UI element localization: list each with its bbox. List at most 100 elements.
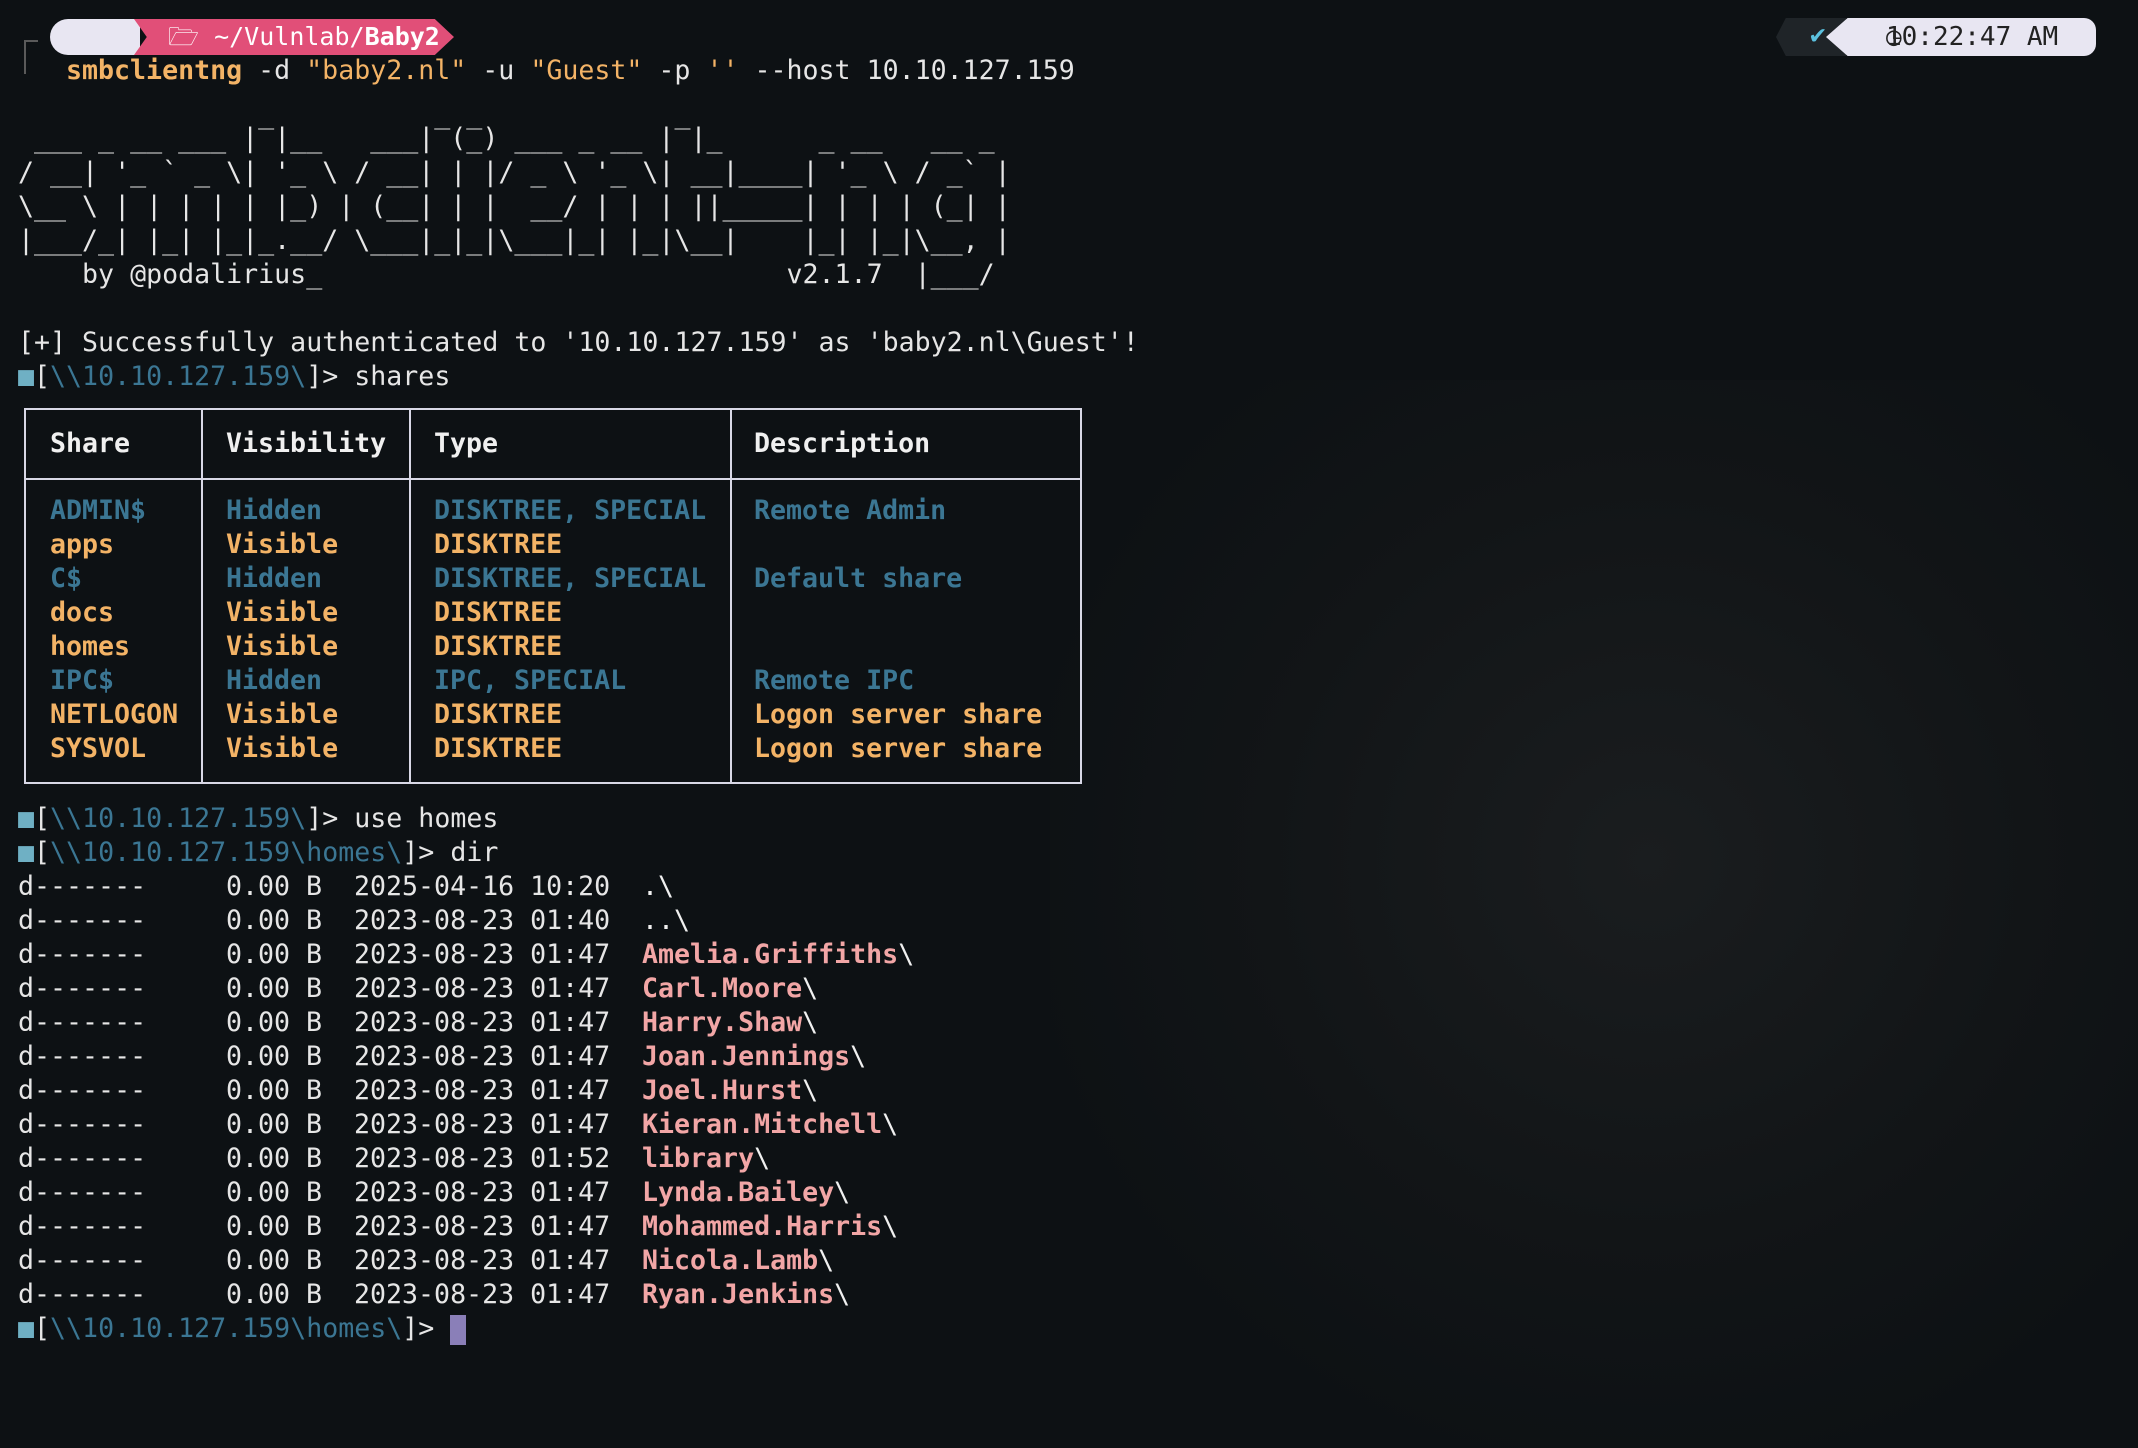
table-cell-description: Logon server share (754, 699, 1043, 730)
os-segment (50, 19, 140, 55)
dir-suffix: \ (898, 939, 915, 970)
clock-icon: ◷ (1886, 22, 1902, 52)
table-cell-type: DISKTREE (434, 529, 563, 560)
table-cell-description: Remote IPC (754, 665, 915, 696)
dir-name: Joel.Hurst (642, 1075, 803, 1106)
header-share: Share (50, 428, 131, 459)
header-visibility: Visibility (226, 428, 387, 459)
dir-attrs: d------- (18, 973, 147, 1004)
dir-name: Joan.Jennings (642, 1041, 851, 1072)
dir-size: 0.00 B (226, 939, 323, 970)
table-cell-share: ADMIN$ (50, 495, 147, 526)
dir-attrs: d------- (18, 1041, 147, 1072)
prompt-line-use: ■[\\10.10.127.159\]> use homes (18, 803, 499, 834)
dir-name: Amelia.Griffiths (642, 939, 899, 970)
dir-attrs: d------- (18, 1007, 147, 1038)
dir-size: 0.00 B (226, 1279, 323, 1310)
dir-size: 0.00 B (226, 871, 323, 902)
table-cell-description: Remote Admin (754, 495, 947, 526)
table-cell-type: DISKTREE (434, 631, 563, 662)
typed-command: dir (450, 837, 499, 868)
table-cell-description: Default share (754, 563, 963, 594)
dir-suffix: \ (802, 1007, 819, 1038)
dir-date: 2023-08-23 01:47 (354, 1177, 611, 1208)
dir-attrs: d------- (18, 939, 147, 970)
table-cell-visibility: Visible (226, 733, 339, 764)
dir-suffix: \ (882, 1109, 899, 1140)
shares-table: Share Visibility Type Description ADMIN$… (24, 408, 1082, 784)
prompt-line-dir: ■[\\10.10.127.159\homes\]> dir (18, 837, 499, 868)
dir-suffix: \ (754, 1143, 771, 1174)
dir-suffix: \ (834, 1279, 851, 1310)
table-cell-visibility: Visible (226, 529, 339, 560)
dir-name: Ryan.Jenkins (642, 1279, 835, 1310)
banner-line: / __| '_ ` _ \| '_ \ / __| | |/ _ \ '_ \… (18, 157, 1011, 188)
dir-name: Lynda.Bailey (642, 1177, 835, 1208)
dir-date: 2023-08-23 01:47 (354, 1007, 611, 1038)
folder-icon: 🗁 (168, 22, 200, 51)
table-cell-visibility: Visible (226, 699, 339, 730)
dir-attrs: d------- (18, 1075, 147, 1106)
table-cell-type: DISKTREE (434, 597, 563, 628)
dir-entry: Joel.Hurst\ (642, 1074, 818, 1108)
text-cursor[interactable] (450, 1314, 467, 1345)
check-icon: ✔ (1810, 20, 1826, 50)
dir-suffix: \ (802, 1075, 819, 1106)
dir-size: 0.00 B (226, 1041, 323, 1072)
table-cell-share: NETLOGON (50, 699, 179, 730)
table-cell-visibility: Hidden (226, 563, 323, 594)
table-cell-share: homes (50, 631, 131, 662)
dir-entry: Ryan.Jenkins\ (642, 1278, 850, 1312)
dir-name: Harry.Shaw (642, 1007, 803, 1038)
dir-attrs: d------- (18, 1245, 147, 1276)
dir-entry: Nicola.Lamb\ (642, 1244, 834, 1278)
table-cell-type: DISKTREE, SPECIAL (434, 495, 707, 526)
typed-command: use homes (354, 803, 499, 834)
table-cell-visibility: Hidden (226, 665, 323, 696)
path-current: Baby2 (364, 22, 440, 51)
dir-name: .\ (642, 871, 675, 902)
dir-attrs: d------- (18, 1109, 147, 1140)
dir-name: Carl.Moore (642, 973, 803, 1004)
dir-size: 0.00 B (226, 1143, 323, 1174)
dir-attrs: d------- (18, 1211, 147, 1242)
dir-attrs: d------- (18, 1143, 147, 1174)
banner-credit: by @podalirius_ v2.1.7 |___/ (18, 259, 995, 290)
dir-suffix: \ (818, 1245, 835, 1276)
table-cell-description: Logon server share (754, 733, 1043, 764)
dir-attrs: d------- (18, 871, 147, 902)
dir-entry: Harry.Shaw\ (642, 1006, 818, 1040)
prompt-bracket (24, 40, 38, 74)
header-type: Type (434, 428, 499, 459)
banner-line: ___ _ __ ___ | |__ ___| (_) ___ _ __ | |… (18, 123, 995, 154)
clock-time: 10:22:47 AM (1886, 22, 2059, 52)
dir-size: 0.00 B (226, 1211, 323, 1242)
dir-date: 2023-08-23 01:52 (354, 1143, 611, 1174)
dir-entry: Joan.Jennings\ (642, 1040, 866, 1074)
dir-entry: Amelia.Griffiths\ (642, 938, 914, 972)
table-cell-share: IPC$ (50, 665, 115, 696)
dir-name: library (642, 1143, 755, 1174)
dir-date: 2023-08-23 01:47 (354, 939, 611, 970)
header-description: Description (754, 428, 931, 459)
table-cell-share: C$ (50, 563, 83, 594)
dir-size: 0.00 B (226, 1075, 323, 1106)
command-line: smbclientng -d "baby2.nl" -u "Guest" -p … (66, 55, 1075, 86)
dir-suffix: \ (882, 1211, 899, 1242)
dir-size: 0.00 B (226, 973, 323, 1004)
dir-date: 2023-08-23 01:40 (354, 905, 611, 936)
dir-date: 2023-08-23 01:47 (354, 1109, 611, 1140)
dir-attrs: d------- (18, 905, 147, 936)
prompt-square-icon: ■ (18, 361, 35, 392)
dir-name: Kieran.Mitchell (642, 1109, 883, 1140)
dir-entry: Kieran.Mitchell\ (642, 1108, 898, 1142)
dir-date: 2023-08-23 01:47 (354, 1075, 611, 1106)
dir-date: 2023-08-23 01:47 (354, 1211, 611, 1242)
table-cell-share: SYSVOL (50, 733, 147, 764)
dir-size: 0.00 B (226, 1007, 323, 1038)
prompt-line-shares: ■[\\10.10.127.159\]> shares (18, 361, 451, 392)
prompt-line-current[interactable]: ■[\\10.10.127.159\homes\]> (18, 1312, 467, 1346)
auth-message: [+] Successfully authenticated to '10.10… (18, 327, 1139, 358)
status-bar: ✔ 10:22:47 AM ◷ (1756, 18, 2096, 56)
table-cell-type: DISKTREE (434, 733, 563, 764)
